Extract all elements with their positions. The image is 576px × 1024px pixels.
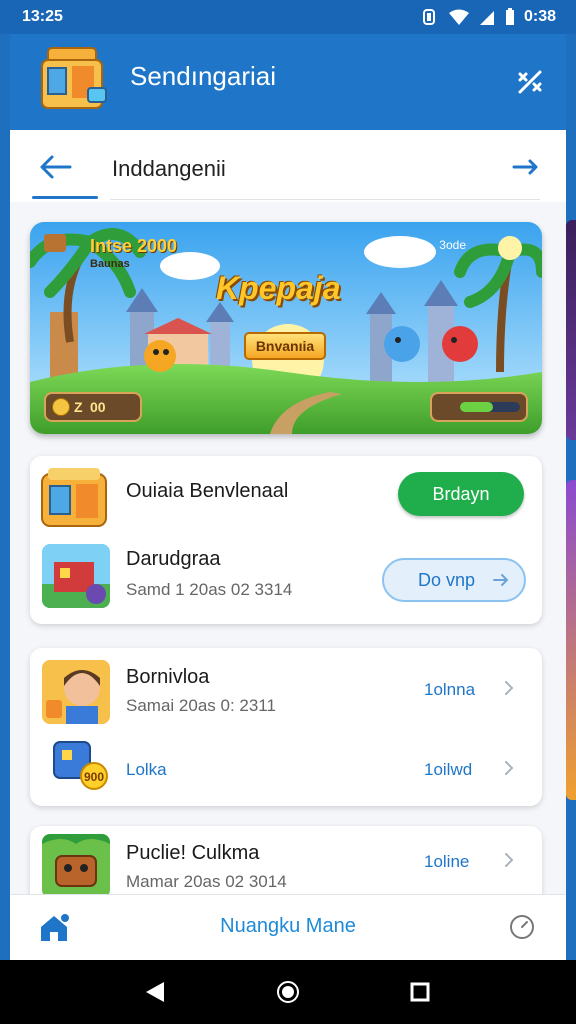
list-item-subtitle: Samd 1 20as 02 3314 xyxy=(126,580,293,599)
score-panel: Z 00 xyxy=(44,392,142,422)
clock-icon[interactable] xyxy=(508,913,536,941)
back-tab-indicator xyxy=(32,196,98,199)
status-right-time: 0:38 xyxy=(523,8,556,25)
bottom-nav: Nuangku Mane xyxy=(10,894,566,960)
list-item-link[interactable]: 1olnna xyxy=(424,680,475,700)
forward-arrow-icon[interactable] xyxy=(512,158,540,176)
status-icons: 0:38 xyxy=(418,8,556,26)
list-item-link[interactable]: 1oline xyxy=(424,852,469,872)
game-thumbnail-icon xyxy=(42,544,110,608)
outline-action-button[interactable]: Do vnp xyxy=(382,558,526,602)
signal-icon xyxy=(479,11,494,25)
badge-value: 900 xyxy=(84,770,104,784)
list-item-thumbnail: 900 xyxy=(50,736,110,792)
banner-tag: Intse 2000 xyxy=(90,236,178,256)
featured-card: Ouiaia Benvlenaal Brdayn Darudgraa Samd … xyxy=(30,456,542,624)
home-circle-icon[interactable] xyxy=(276,980,300,1004)
list-item-title: Ouiaia Benvlenaal xyxy=(126,480,289,502)
vibrate-icon xyxy=(422,9,435,25)
bottom-nav-label[interactable]: Nuangku Mane xyxy=(10,915,566,938)
app-title: Sendıngariai xyxy=(130,61,276,91)
list-item-thumbnail xyxy=(40,466,108,530)
banner-corner-text: 3ode xyxy=(439,238,466,252)
app-logo-icon xyxy=(41,47,107,109)
energy-fill xyxy=(460,402,493,412)
list-item-subtitle: Mamar 20as 02 3014 xyxy=(126,872,287,891)
list-item-title: Bornivloa xyxy=(126,666,210,688)
game-banner[interactable]: Intse 2000 Baunas 3ode Kpepaja Bnvanıia … xyxy=(30,222,542,434)
banner-title: Kpepaja xyxy=(216,270,341,306)
side-panel-peek[interactable] xyxy=(566,480,576,800)
list-card: Bornivloa Samai 20as 0: 2311 1olnna 900 … xyxy=(30,648,542,806)
recents-square-icon[interactable] xyxy=(410,982,430,1002)
status-time: 13:25 xyxy=(22,8,63,25)
list-item-subtitle: Samai 20as 0: 2311 xyxy=(126,696,276,715)
main-content: Inddangenii Intse 2000 Baunas 3ode Kpepa… xyxy=(10,130,566,960)
outline-button-label: Do vnp xyxy=(418,570,476,590)
list-item-title[interactable]: Lolka xyxy=(126,760,167,780)
arrow-right-icon xyxy=(493,574,509,586)
game-thumbnail-icon xyxy=(42,834,110,898)
divider xyxy=(110,199,540,200)
energy-meter xyxy=(430,392,528,422)
chevron-right-icon[interactable] xyxy=(502,760,516,776)
wifi-icon xyxy=(448,9,469,25)
percent-swap-icon[interactable] xyxy=(512,64,548,100)
list-item-thumbnail xyxy=(42,544,110,608)
list-item-thumbnail xyxy=(42,660,110,724)
status-bar: 13:25 0:38 xyxy=(0,0,576,34)
chevron-right-icon[interactable] xyxy=(502,852,516,868)
banner-play-button[interactable]: Bnvanıia xyxy=(244,332,326,360)
page-title: Inddangenii xyxy=(112,156,226,181)
toy-box-icon: 900 xyxy=(53,741,108,790)
battery-icon xyxy=(505,8,514,25)
app-bar: Sendıngariai xyxy=(10,34,566,130)
list-item-title: Darudgraa xyxy=(126,548,221,570)
list-item-link[interactable]: 1oilwd xyxy=(424,760,472,780)
back-arrow-icon[interactable] xyxy=(36,152,76,182)
banner-tag-sub: Baunas xyxy=(90,258,130,270)
side-panel-peek[interactable] xyxy=(566,220,576,440)
list-item-thumbnail xyxy=(42,834,110,898)
system-nav-bar xyxy=(0,960,576,1024)
sub-nav: Inddangenii xyxy=(10,130,566,202)
back-triangle-icon[interactable] xyxy=(144,980,166,1004)
score-value: 00 xyxy=(90,399,106,415)
score-prefix: Z xyxy=(74,399,83,415)
chevron-right-icon[interactable] xyxy=(502,680,516,696)
list-item-title: Puclie! Culkma xyxy=(126,842,260,864)
coin-icon xyxy=(52,398,70,416)
shop-icon xyxy=(41,468,107,527)
green-action-button[interactable]: Brdayn xyxy=(398,472,524,516)
avatar-thumbnail-icon xyxy=(42,660,110,724)
